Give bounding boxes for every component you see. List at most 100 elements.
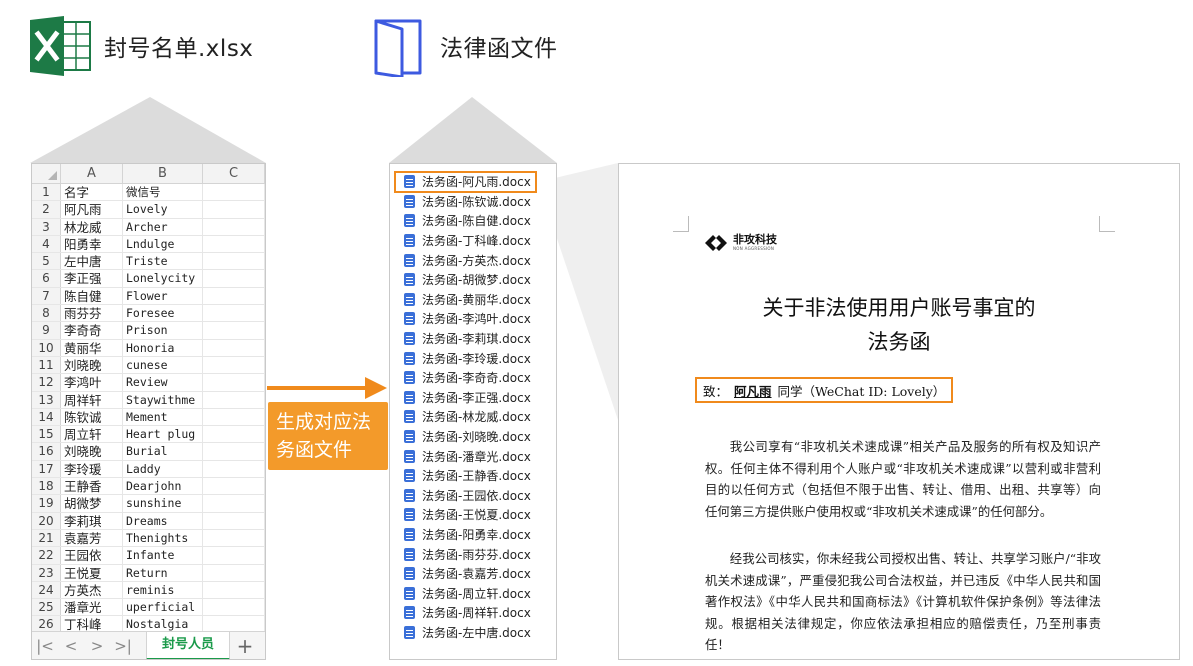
sheet-tab-banned-users[interactable]: 封号人员 [146, 631, 230, 659]
cell-empty[interactable] [203, 253, 265, 270]
cell-name[interactable]: 王悦夏 [61, 564, 123, 581]
prev-sheet-button[interactable]: < [58, 637, 84, 655]
row-number[interactable]: 10 [32, 339, 61, 356]
cell-wechat-id[interactable]: Lovely [123, 201, 203, 218]
row-number[interactable]: 25 [32, 599, 61, 616]
cell-name[interactable]: 李正强 [61, 270, 123, 287]
row-number[interactable]: 5 [32, 253, 61, 270]
file-item[interactable]: 法务函-胡微梦.docx [390, 270, 556, 290]
cell-empty[interactable] [203, 184, 265, 201]
column-header-b[interactable]: B [123, 164, 203, 183]
spreadsheet-view[interactable]: A B C 1 名字 微信号 2 阿凡雨 Lovely 3 林龙威 Archer 4 阳勇幸 Lndu… [31, 163, 266, 660]
cell-name[interactable]: 周祥轩 [61, 391, 123, 408]
file-item[interactable]: 法务函-王悦夏.docx [390, 505, 556, 525]
cell-empty[interactable] [203, 374, 265, 391]
cell-wechat-id[interactable]: Foresee [123, 305, 203, 322]
cell-name[interactable]: 潘章光 [61, 599, 123, 616]
cell-empty[interactable] [203, 391, 265, 408]
column-header-a[interactable]: A [61, 164, 123, 183]
file-item[interactable]: 法务函-李正强.docx [390, 388, 556, 408]
file-item[interactable]: 法务函-潘章光.docx [390, 446, 556, 466]
cell-wechat-id[interactable]: reminis [123, 581, 203, 599]
file-item[interactable]: 法务函-阳勇幸.docx [390, 525, 556, 545]
row-number[interactable]: 6 [32, 270, 61, 287]
cell-empty[interactable] [203, 305, 265, 322]
row-number[interactable]: 2 [32, 201, 61, 218]
cell-name[interactable]: 刘晓晚 [61, 356, 123, 374]
row-number[interactable]: 21 [32, 529, 61, 547]
cell-name[interactable]: 胡微梦 [61, 495, 123, 512]
cell-wechat-id[interactable]: Dreams [123, 512, 203, 529]
cell-empty[interactable] [203, 460, 265, 478]
cell-empty[interactable] [203, 322, 265, 339]
cell-empty[interactable] [203, 356, 265, 374]
cell-wechat-id[interactable]: Honoria [123, 339, 203, 356]
last-sheet-button[interactable]: >| [110, 637, 136, 655]
cell-empty[interactable] [203, 495, 265, 512]
file-item[interactable]: 法务函-李莉琪.docx [390, 329, 556, 349]
row-number[interactable]: 17 [32, 460, 61, 478]
cell-name[interactable]: 李鸿叶 [61, 374, 123, 391]
cell-name[interactable]: 王静香 [61, 478, 123, 495]
file-item[interactable]: 法务函-丁科峰.docx [390, 231, 556, 251]
cell-wechat-id[interactable]: Review [123, 374, 203, 391]
cell-wechat-id[interactable]: Flower [123, 287, 203, 305]
file-item[interactable]: 法务函-陈自健.docx [390, 211, 556, 231]
cell-name[interactable]: 名字 [61, 184, 123, 201]
cell-empty[interactable] [203, 564, 265, 581]
first-sheet-button[interactable]: |< [32, 637, 58, 655]
cell-wechat-id[interactable]: Archer [123, 218, 203, 235]
cell-wechat-id[interactable]: Laddy [123, 460, 203, 478]
row-number[interactable]: 13 [32, 391, 61, 408]
file-item[interactable]: 法务函-周立轩.docx [390, 583, 556, 603]
cell-empty[interactable] [203, 426, 265, 443]
cell-name[interactable]: 李奇奇 [61, 322, 123, 339]
row-number[interactable]: 23 [32, 564, 61, 581]
row-number[interactable]: 24 [32, 581, 61, 599]
cell-name[interactable]: 李玲瑗 [61, 460, 123, 478]
cell-name[interactable]: 王园依 [61, 547, 123, 564]
file-item[interactable]: 法务函-李玲瑗.docx [390, 348, 556, 368]
cell-wechat-id[interactable]: Thenights [123, 529, 203, 547]
cell-wechat-id[interactable]: Lndulge [123, 235, 203, 253]
file-item[interactable]: 法务函-林龙威.docx [390, 407, 556, 427]
cell-empty[interactable] [203, 599, 265, 616]
cell-name[interactable]: 林龙威 [61, 218, 123, 235]
cell-wechat-id[interactable]: Lonelycity [123, 270, 203, 287]
cell-empty[interactable] [203, 581, 265, 599]
file-item[interactable]: 法务函-方英杰.docx [390, 250, 556, 270]
row-number[interactable]: 14 [32, 408, 61, 426]
cell-wechat-id[interactable]: 微信号 [123, 184, 203, 201]
cell-wechat-id[interactable]: Staywithme [123, 391, 203, 408]
file-item[interactable]: 法务函-左中唐.docx [390, 623, 556, 643]
file-item[interactable]: 法务函-王静香.docx [390, 466, 556, 486]
cell-wechat-id[interactable]: Return [123, 564, 203, 581]
cell-wechat-id[interactable]: cunese [123, 356, 203, 374]
add-sheet-button[interactable]: + [230, 634, 260, 658]
cell-wechat-id[interactable]: Triste [123, 253, 203, 270]
file-item[interactable]: 法务函-周祥轩.docx [390, 603, 556, 623]
cell-name[interactable]: 陈自健 [61, 287, 123, 305]
cell-empty[interactable] [203, 547, 265, 564]
row-number[interactable]: 12 [32, 374, 61, 391]
cell-empty[interactable] [203, 529, 265, 547]
cell-empty[interactable] [203, 235, 265, 253]
row-number[interactable]: 11 [32, 356, 61, 374]
cell-name[interactable]: 雨芬芬 [61, 305, 123, 322]
cell-name[interactable]: 袁嘉芳 [61, 529, 123, 547]
cell-name[interactable]: 左中唐 [61, 253, 123, 270]
cell-name[interactable]: 周立轩 [61, 426, 123, 443]
row-number[interactable]: 4 [32, 235, 61, 253]
cell-empty[interactable] [203, 478, 265, 495]
row-number[interactable]: 9 [32, 322, 61, 339]
cell-empty[interactable] [203, 408, 265, 426]
next-sheet-button[interactable]: > [84, 637, 110, 655]
row-number[interactable]: 19 [32, 495, 61, 512]
cell-wechat-id[interactable]: Infante [123, 547, 203, 564]
cell-name[interactable]: 刘晓晚 [61, 443, 123, 460]
cell-empty[interactable] [203, 201, 265, 218]
row-number[interactable]: 18 [32, 478, 61, 495]
row-number[interactable]: 3 [32, 218, 61, 235]
cell-name[interactable]: 陈钦诚 [61, 408, 123, 426]
file-item[interactable]: 法务函-刘晓晚.docx [390, 427, 556, 447]
